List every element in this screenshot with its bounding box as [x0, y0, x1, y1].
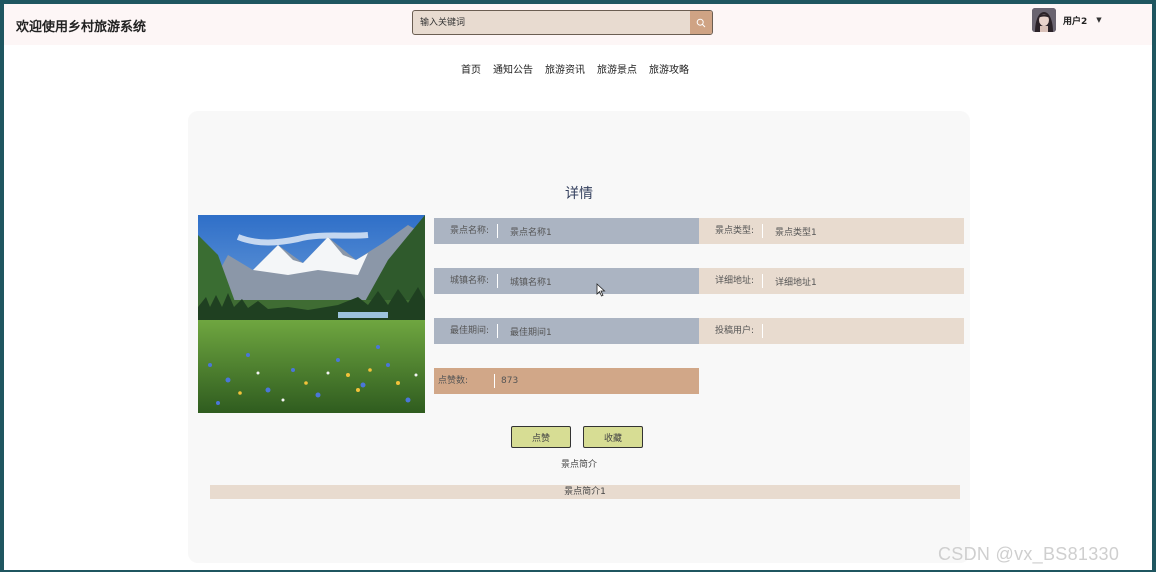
field-best-period: 最佳期间: 最佳期间1: [434, 318, 699, 344]
field-label: 最佳期间:: [450, 326, 490, 336]
favorite-button[interactable]: 收藏: [583, 426, 643, 448]
field-like-count: 点赞数: 873: [434, 368, 699, 394]
divider: [762, 324, 764, 338]
field-label: 点赞数:: [438, 376, 469, 386]
nav-item-scenic-spots[interactable]: 旅游景点: [597, 61, 637, 76]
top-header: 欢迎使用乡村旅游系统 用户2 ▼: [4, 4, 1152, 45]
scenic-image: [198, 215, 425, 413]
username[interactable]: 用户2: [1063, 14, 1087, 27]
field-value: 最佳期间1: [510, 327, 552, 338]
nav-item-guides[interactable]: 旅游攻略: [649, 61, 689, 76]
field-town-name: 城镇名称: 城镇名称1: [434, 268, 699, 294]
search-input[interactable]: [413, 11, 690, 34]
intro-label: 景点简介: [560, 460, 597, 470]
field-label: 城镇名称:: [450, 276, 490, 286]
like-button[interactable]: 点赞: [511, 426, 571, 448]
caret-down-icon[interactable]: ▼: [1096, 16, 1101, 24]
browser-page: 欢迎使用乡村旅游系统 用户2 ▼: [4, 4, 1152, 570]
nav-item-news[interactable]: 旅游资讯: [545, 61, 585, 76]
field-value: 景点类型1: [775, 227, 817, 238]
field-label: 详细地址:: [715, 276, 755, 286]
avatar[interactable]: [1032, 8, 1056, 32]
field-label: 投稿用户:: [715, 326, 755, 336]
search-button[interactable]: [690, 11, 712, 34]
field-poster-user: 投稿用户:: [699, 318, 964, 344]
field-scenic-name: 景点名称: 景点名称1: [434, 218, 699, 244]
main-nav: 首页 通知公告 旅游资讯 旅游景点 旅游攻略: [4, 61, 1152, 76]
field-value: 873: [501, 376, 519, 386]
nav-item-home[interactable]: 首页: [461, 61, 481, 76]
search-box: [412, 10, 713, 35]
nav-item-notices[interactable]: 通知公告: [493, 61, 533, 76]
app-title: 欢迎使用乡村旅游系统: [16, 20, 147, 35]
search-icon: [696, 18, 706, 27]
field-value: 城镇名称1: [510, 277, 552, 288]
field-label: 景点类型:: [715, 226, 755, 236]
field-label: 景点名称:: [450, 226, 490, 236]
field-scenic-type: 景点类型: 景点类型1: [699, 218, 964, 244]
intro-text: 景点简介1: [210, 485, 960, 499]
field-value: 景点名称1: [510, 227, 552, 238]
mouse-cursor-icon: [596, 283, 606, 297]
field-address: 详细地址: 详细地址1: [699, 268, 964, 294]
watermark: CSDN @vx_BS81330: [938, 544, 1120, 564]
field-value: 详细地址1: [775, 277, 817, 288]
user-menu[interactable]: 用户2 ▼: [1032, 6, 1102, 34]
detail-panel: 详情 景点名称: 景点名称1 景点类型: 景点类型1 城镇名称: 城镇名称1 详…: [188, 111, 970, 563]
detail-title: 详情: [565, 186, 593, 202]
